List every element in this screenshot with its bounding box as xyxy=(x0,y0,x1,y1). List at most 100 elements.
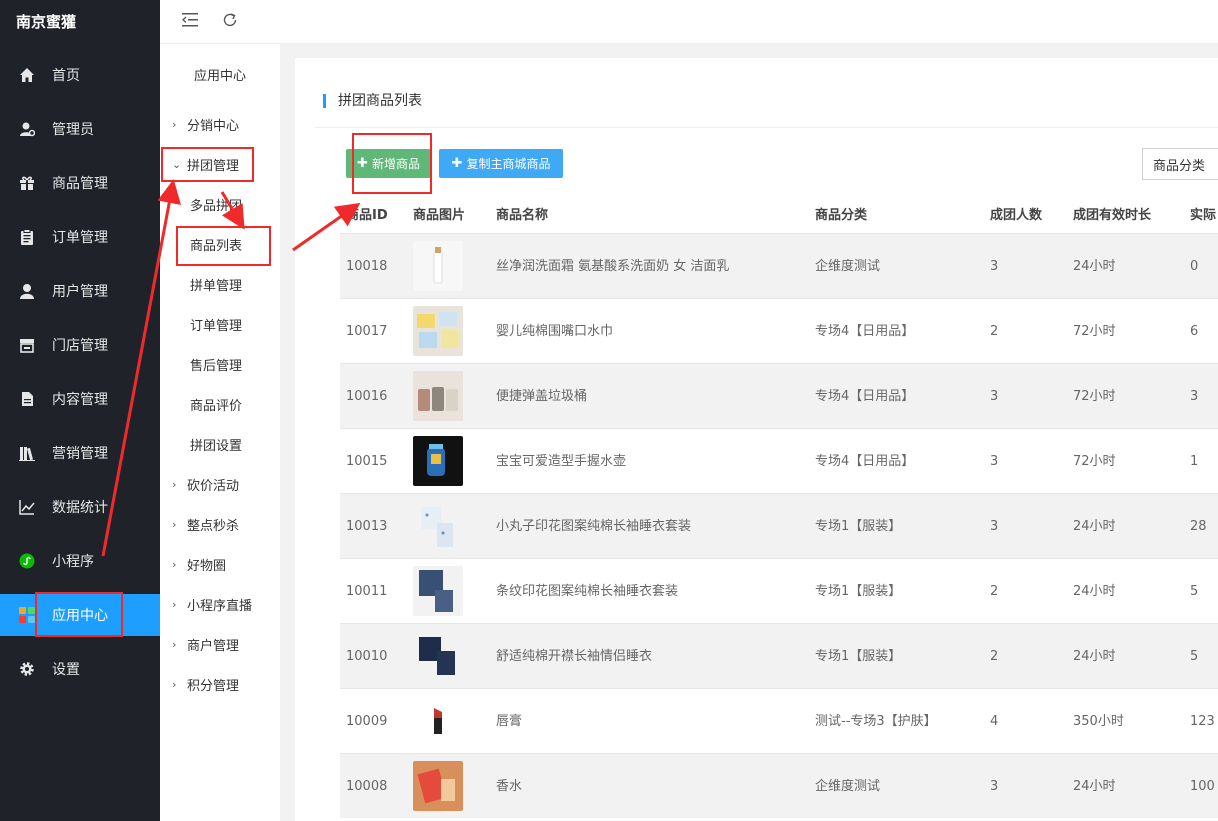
subnav-item-merchants[interactable]: › 商户管理 xyxy=(160,629,280,659)
subnav-item-label: 分销中心 xyxy=(187,118,240,134)
subnav-item-points[interactable]: › 积分管理 xyxy=(160,669,280,699)
subnav-item-label: 商户管理 xyxy=(187,638,240,654)
actual-count: 28 xyxy=(1190,519,1207,534)
column-header: 商品名称 xyxy=(496,208,549,223)
sidebar-item-mini-program[interactable]: 小程序 xyxy=(0,540,160,582)
sidebar-item-home[interactable]: 首页 xyxy=(0,54,160,96)
table-row: 10013 小丸子印花图案纯棉长袖睡衣套装 专场1【服装】 3 24小时 28 xyxy=(340,493,1218,558)
home-icon xyxy=(18,66,36,84)
sidebar-item-label: 管理员 xyxy=(52,122,94,138)
subnav-child-after-sale[interactable]: 售后管理 xyxy=(190,349,242,379)
mini-program-icon xyxy=(18,552,36,570)
subnav-title: 应用中心 xyxy=(193,68,246,84)
goods-id: 10013 xyxy=(346,519,388,534)
goods-category: 专场4【日用品】 xyxy=(815,454,915,469)
subnav-item-flash-sale[interactable]: › 整点秒杀 xyxy=(160,509,280,539)
divider xyxy=(315,127,1218,128)
subnav-item-live[interactable]: › 小程序直播 xyxy=(160,589,280,619)
goods-thumbnail xyxy=(413,436,463,486)
goods-id: 10010 xyxy=(346,649,388,664)
sidebar-item-marketing[interactable]: 营销管理 xyxy=(0,432,160,474)
subnav-child-reviews[interactable]: 商品评价 xyxy=(190,389,242,419)
actual-count: 5 xyxy=(1190,584,1199,599)
goods-category: 专场4【日用品】 xyxy=(815,324,915,339)
goods-name: 婴儿纯棉围嘴口水巾 xyxy=(496,324,614,339)
actual-count: 6 xyxy=(1190,324,1199,339)
user-icon xyxy=(18,282,36,300)
table-row: 10016 便捷弹盖垃圾桶 专场4【日用品】 3 72小时 3 xyxy=(340,363,1218,428)
sidebar-item-content[interactable]: 内容管理 xyxy=(0,378,160,420)
sidebar-item-settings[interactable]: 设置 xyxy=(0,648,160,690)
table-header: 商品ID 商品图片 商品名称 商品分类 成团人数 成团有效时长 实际 xyxy=(340,198,1218,233)
subnav-item-distribution[interactable]: › 分销中心 xyxy=(160,109,280,139)
annotation-box xyxy=(35,592,123,637)
subnav-child-multi-group[interactable]: 多品拼团 xyxy=(190,189,242,219)
sidebar-item-label: 订单管理 xyxy=(52,230,108,246)
subnav-item-bargain[interactable]: › 砍价活动 xyxy=(160,469,280,499)
sidebar-item-label: 用户管理 xyxy=(52,284,108,300)
sidebar-item-users[interactable]: 用户管理 xyxy=(0,270,160,312)
goods-category: 专场1【服装】 xyxy=(815,519,902,534)
column-header: 成团有效时长 xyxy=(1073,208,1152,223)
goods-category: 企维度测试 xyxy=(815,779,881,794)
subnav-child-group-orders[interactable]: 拼单管理 xyxy=(190,269,242,299)
goods-thumbnail xyxy=(413,696,463,746)
annotation-box xyxy=(176,226,271,266)
sidebar-item-admin[interactable]: 管理员 xyxy=(0,108,160,150)
group-duration: 24小时 xyxy=(1073,649,1116,664)
group-size: 2 xyxy=(990,324,999,339)
column-header: 实际 xyxy=(1190,208,1217,223)
table-row: 10009 唇膏 测试--专场3【护肤】 4 350小时 123 xyxy=(340,688,1218,753)
group-size: 4 xyxy=(990,714,999,729)
plus-icon: ✚ xyxy=(451,156,463,171)
group-duration: 72小时 xyxy=(1073,324,1116,339)
goods-thumbnail xyxy=(413,566,463,616)
line-chart-icon xyxy=(18,498,36,516)
sidebar-item-stores[interactable]: 门店管理 xyxy=(0,324,160,366)
category-select[interactable]: 商品分类 xyxy=(1142,148,1218,180)
group-size: 3 xyxy=(990,519,999,534)
sidebar-item-label: 商品管理 xyxy=(52,176,108,192)
subnav-child-orders[interactable]: 订单管理 xyxy=(190,309,242,339)
goods-thumbnail xyxy=(413,241,463,291)
goods-id: 10017 xyxy=(346,324,388,339)
table-row: 10018 丝净润洗面霜 氨基酸系洗面奶 女 洁面乳 企维度测试 3 24小时 0 xyxy=(340,233,1218,298)
table-row: 10015 宝宝可爱造型手握水壶 专场4【日用品】 3 72小时 1 xyxy=(340,428,1218,493)
goods-name: 唇膏 xyxy=(496,714,523,729)
subnav-child-group-settings[interactable]: 拼团设置 xyxy=(190,429,242,459)
chevron-right-icon: › xyxy=(172,477,177,491)
clipboard-icon xyxy=(18,228,36,246)
table-row: 10017 婴儿纯棉围嘴口水巾 专场4【日用品】 2 72小时 6 xyxy=(340,298,1218,363)
goods-name: 香水 xyxy=(496,779,523,794)
sidebar-item-label: 数据统计 xyxy=(52,500,108,516)
column-header: 商品图片 xyxy=(413,208,466,223)
chevron-right-icon: › xyxy=(172,117,177,131)
subnav-item-good-circle[interactable]: › 好物圈 xyxy=(160,549,280,579)
subnav-item-label: 整点秒杀 xyxy=(187,518,240,534)
chevron-right-icon: › xyxy=(172,517,177,531)
sidebar-item-stats[interactable]: 数据统计 xyxy=(0,486,160,528)
chevron-right-icon: › xyxy=(172,557,177,571)
goods-category: 企维度测试 xyxy=(815,259,881,274)
group-size: 3 xyxy=(990,454,999,469)
books-icon xyxy=(18,444,36,462)
sidebar-item-goods[interactable]: 商品管理 xyxy=(0,162,160,204)
page-title: 拼团商品列表 xyxy=(323,94,422,108)
copy-goods-button[interactable]: ✚ 复制主商城商品 xyxy=(439,149,563,178)
menu-fold-icon[interactable] xyxy=(180,10,200,30)
goods-thumbnail xyxy=(413,501,463,551)
topbar xyxy=(160,0,1218,44)
actual-count: 3 xyxy=(1190,389,1199,404)
refresh-icon[interactable] xyxy=(220,10,240,30)
sidebar-item-orders[interactable]: 订单管理 xyxy=(0,216,160,258)
actual-count: 0 xyxy=(1190,259,1199,274)
store-icon xyxy=(18,336,36,354)
subnav-item-label: 积分管理 xyxy=(187,678,240,694)
actual-count: 5 xyxy=(1190,649,1199,664)
goods-thumbnail xyxy=(413,371,463,421)
sidebar-item-label: 门店管理 xyxy=(52,338,108,354)
group-duration: 24小时 xyxy=(1073,779,1116,794)
column-header[interactable]: 商品ID xyxy=(346,198,388,233)
sidebar-item-label: 营销管理 xyxy=(52,446,108,462)
column-header: 成团人数 xyxy=(990,208,1043,223)
